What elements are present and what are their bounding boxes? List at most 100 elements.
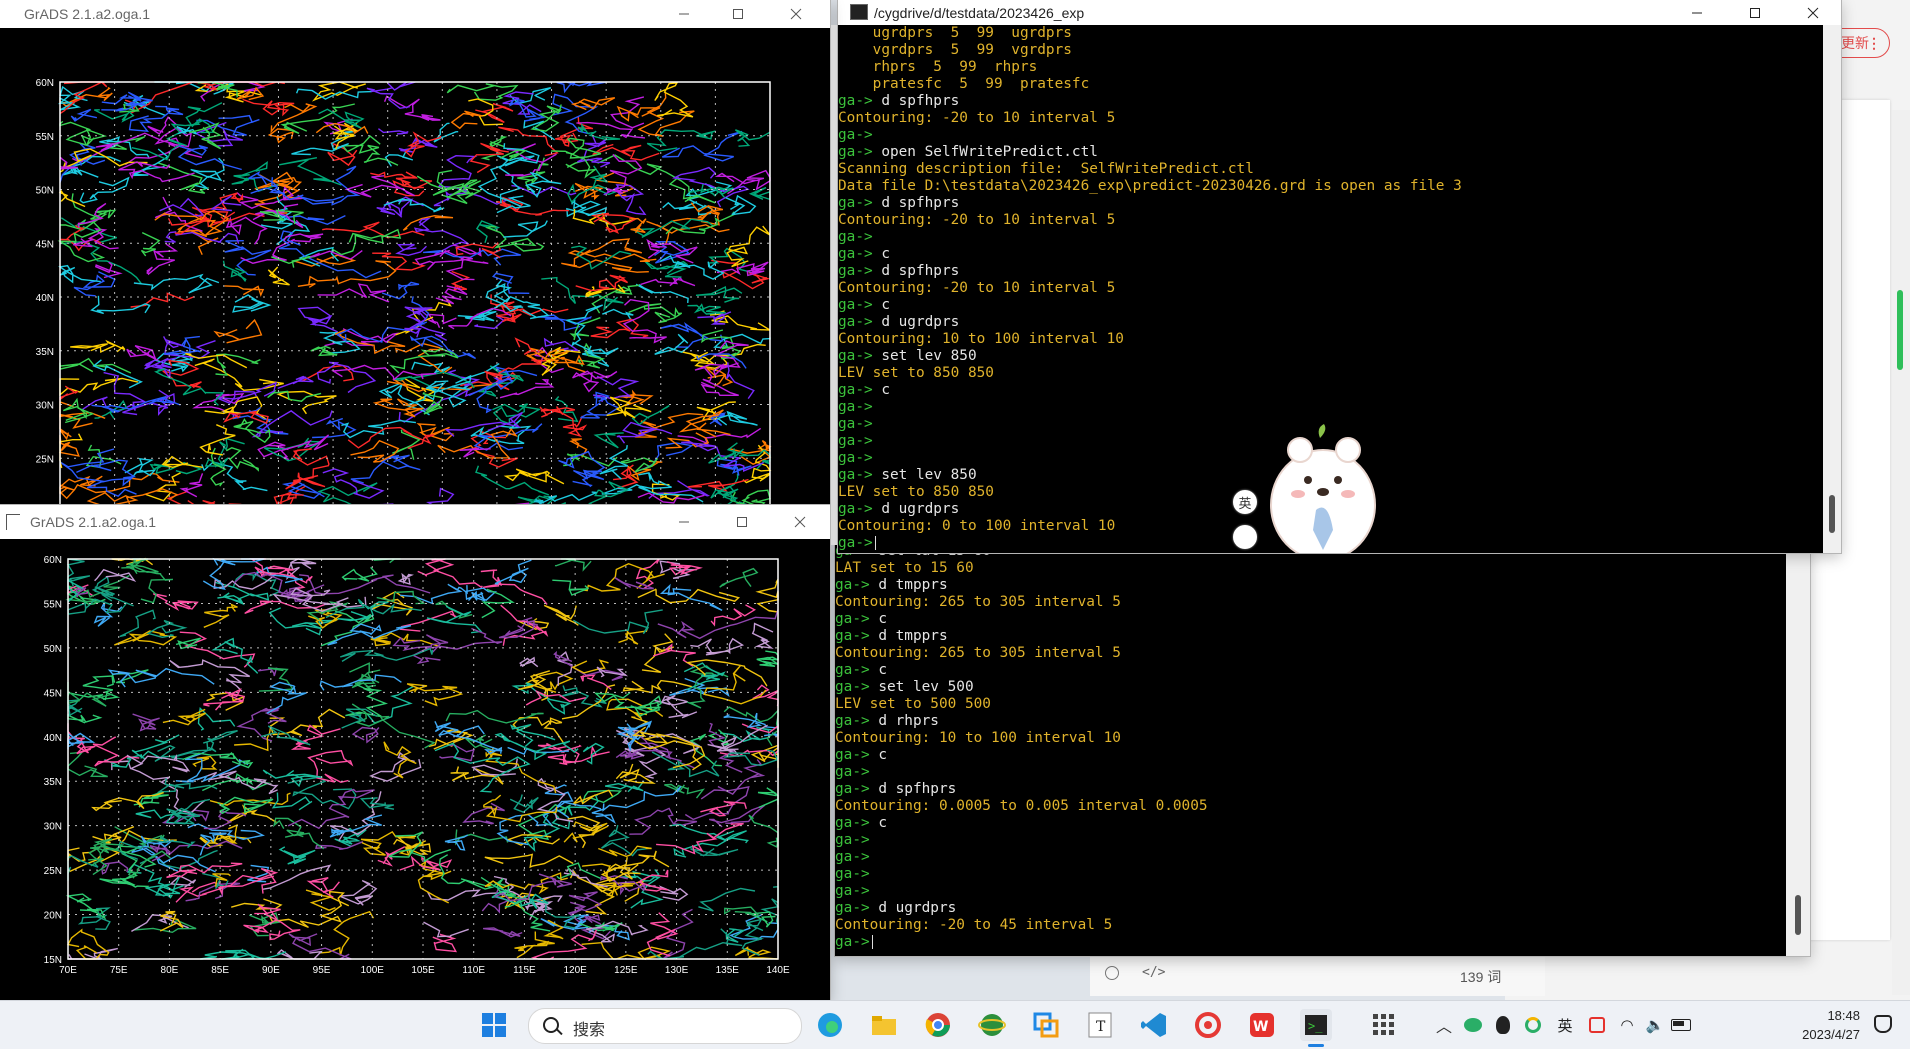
contour-line [633, 442, 694, 473]
terminal-window-top[interactable]: /cygdrive/d/testdata/2023426_exp ugrdprs… [838, 0, 1841, 553]
scrollbar-thumb[interactable] [1897, 290, 1903, 370]
minimize-button[interactable] [1668, 0, 1726, 25]
contour-line [94, 568, 137, 583]
grads-bottom-title-bar[interactable]: GrADS 2.1.a2.oga.1 [0, 505, 830, 539]
wps-tray-icon[interactable] [1582, 1017, 1612, 1033]
maximize-button[interactable] [713, 505, 771, 539]
maximize-button[interactable] [1726, 0, 1784, 25]
contour-line [288, 933, 352, 960]
minimize-button[interactable] [655, 0, 713, 28]
scrollbar-thumb[interactable] [1795, 895, 1801, 935]
close-button[interactable] [1784, 0, 1841, 25]
contour-line [126, 345, 159, 362]
wifi-icon[interactable]: ◠ [1612, 1016, 1642, 1034]
battery-icon[interactable] [1668, 1019, 1694, 1031]
svg-text:T: T [1096, 1019, 1106, 1035]
terminal-bottom-screen[interactable]: ga-> set lat 15 60LAT set to 15 60ga-> d… [835, 545, 1805, 956]
windows-start-icon[interactable] [478, 1009, 510, 1041]
notification-icon[interactable] [1874, 1015, 1892, 1033]
terminal-title-bar[interactable]: /cygdrive/d/testdata/2023426_exp [838, 0, 1841, 25]
qq-icon[interactable] [1488, 1016, 1518, 1034]
terminal-prompt: ga-> [838, 127, 873, 143]
scrollbar-thumb[interactable] [1829, 495, 1835, 533]
contour-line [572, 469, 605, 488]
terminal-output: pratesfc 5 99 pratesfc [838, 76, 1090, 92]
contour-line [446, 83, 519, 101]
grads-top-plot[interactable]: 60N55N50N45N40N35N30N25N20N [0, 28, 830, 505]
terminal-command: c [869, 815, 887, 831]
globe-app-icon[interactable] [976, 1009, 1008, 1041]
contour-line [485, 746, 557, 794]
contour-line [179, 473, 204, 498]
lat-tick-label: 30N [36, 401, 54, 412]
remote-app-icon[interactable] [1030, 1009, 1062, 1041]
minimize-button[interactable] [655, 505, 713, 539]
code-icon[interactable]: </> [1142, 965, 1165, 980]
volume-icon[interactable]: 🔈 [1642, 1016, 1668, 1034]
lat-tick-label: 60N [44, 555, 62, 566]
grads-window-bottom[interactable]: GrADS 2.1.a2.oga.1 60N 55N 50N 45N 40N 35N 30N… [0, 505, 830, 1000]
contour-line [572, 370, 618, 393]
terminal-window-bottom[interactable]: ga-> set lat 15 60LAT set to 15 60ga-> d… [835, 545, 1810, 956]
contour-line [317, 283, 390, 303]
ime-badge-label: 英 [1238, 495, 1252, 511]
terminal-command: c [872, 297, 890, 313]
contour-line [397, 572, 414, 585]
terminal-line: Contouring: -20 to 45 interval 5 [835, 917, 1208, 934]
terminal-top-scrollbar[interactable] [1823, 25, 1841, 553]
terminal-app-icon[interactable]: >_ [1300, 1009, 1332, 1041]
maximize-button[interactable] [709, 0, 767, 28]
contour-line [76, 742, 96, 755]
terminal-command: set lev 500 [869, 679, 974, 695]
chrome-icon[interactable] [922, 1009, 954, 1041]
grads-bottom-plot[interactable]: 60N 55N 50N 45N 40N 35N 30N 25N 20N 15N 70E 75E 80E 8… [0, 539, 830, 1000]
contour-line [628, 303, 683, 324]
sync-icon[interactable] [1518, 1017, 1548, 1033]
search-box[interactable]: 搜索 [528, 1008, 802, 1044]
edge-icon[interactable] [814, 1009, 846, 1041]
close-button[interactable] [771, 505, 829, 539]
circle-icon[interactable] [1105, 966, 1119, 980]
more-icon[interactable]: ⋮ [1867, 35, 1881, 52]
contour-line [280, 103, 355, 135]
chevron-up-icon[interactable]: ︿ [1430, 1013, 1458, 1037]
terminal-title: /cygdrive/d/testdata/2023426_exp [874, 4, 1085, 21]
terminal-output: vgrdprs 5 99 vgrdprs [838, 42, 1072, 58]
grads-window-top[interactable]: GrADS 2.1.a2.oga.1 60N 55N 50N 45N 40N 35N 30N… [0, 0, 830, 505]
contour-line [666, 560, 703, 576]
grid-app-icon[interactable] [1368, 1009, 1400, 1041]
terminal-command: open SelfWritePredict.ctl [872, 144, 1098, 160]
ime-skin-icon[interactable] [1233, 525, 1257, 549]
contour-line [222, 260, 248, 283]
terminal-prompt: ga-> [835, 934, 870, 950]
contour-line [192, 755, 218, 770]
wechat-icon[interactable] [1458, 1018, 1488, 1032]
terminal-line: ga-> c [838, 297, 1462, 314]
terminal-bottom-scrollbar[interactable] [1786, 545, 1810, 956]
contour-line [297, 260, 397, 288]
clock-date: 2023/4/27 [1802, 1027, 1860, 1042]
contour-line [755, 578, 779, 613]
clock[interactable]: 18:48 2023/4/27 [1780, 1006, 1860, 1044]
contour-line [687, 303, 726, 315]
close-button[interactable] [767, 0, 825, 28]
ime-tray[interactable]: 英 [1548, 1015, 1582, 1036]
ime-badge[interactable]: 英 [1233, 490, 1257, 514]
window-icon [6, 514, 20, 530]
terminal-output: Contouring: 0.0005 to 0.005 interval 0.0… [835, 798, 1208, 814]
swirl-app-icon[interactable] [1192, 1009, 1224, 1041]
contour-line [101, 861, 129, 875]
scrollbar-track[interactable] [1892, 110, 1910, 995]
contour-line [232, 294, 272, 313]
vscode-icon[interactable] [1138, 1009, 1170, 1041]
contour-line [203, 603, 238, 628]
typora-icon[interactable]: T [1084, 1009, 1116, 1041]
terminal-command: c [869, 662, 887, 678]
contour-line [197, 706, 236, 731]
wps-icon[interactable]: W [1246, 1009, 1278, 1041]
lat-tick-label: 55N [44, 599, 62, 610]
lon-tick-label: 105E [411, 965, 435, 976]
grads-top-title-bar[interactable]: GrADS 2.1.a2.oga.1 [0, 0, 830, 28]
file-explorer-icon[interactable] [868, 1009, 900, 1041]
contour-line [434, 721, 459, 738]
